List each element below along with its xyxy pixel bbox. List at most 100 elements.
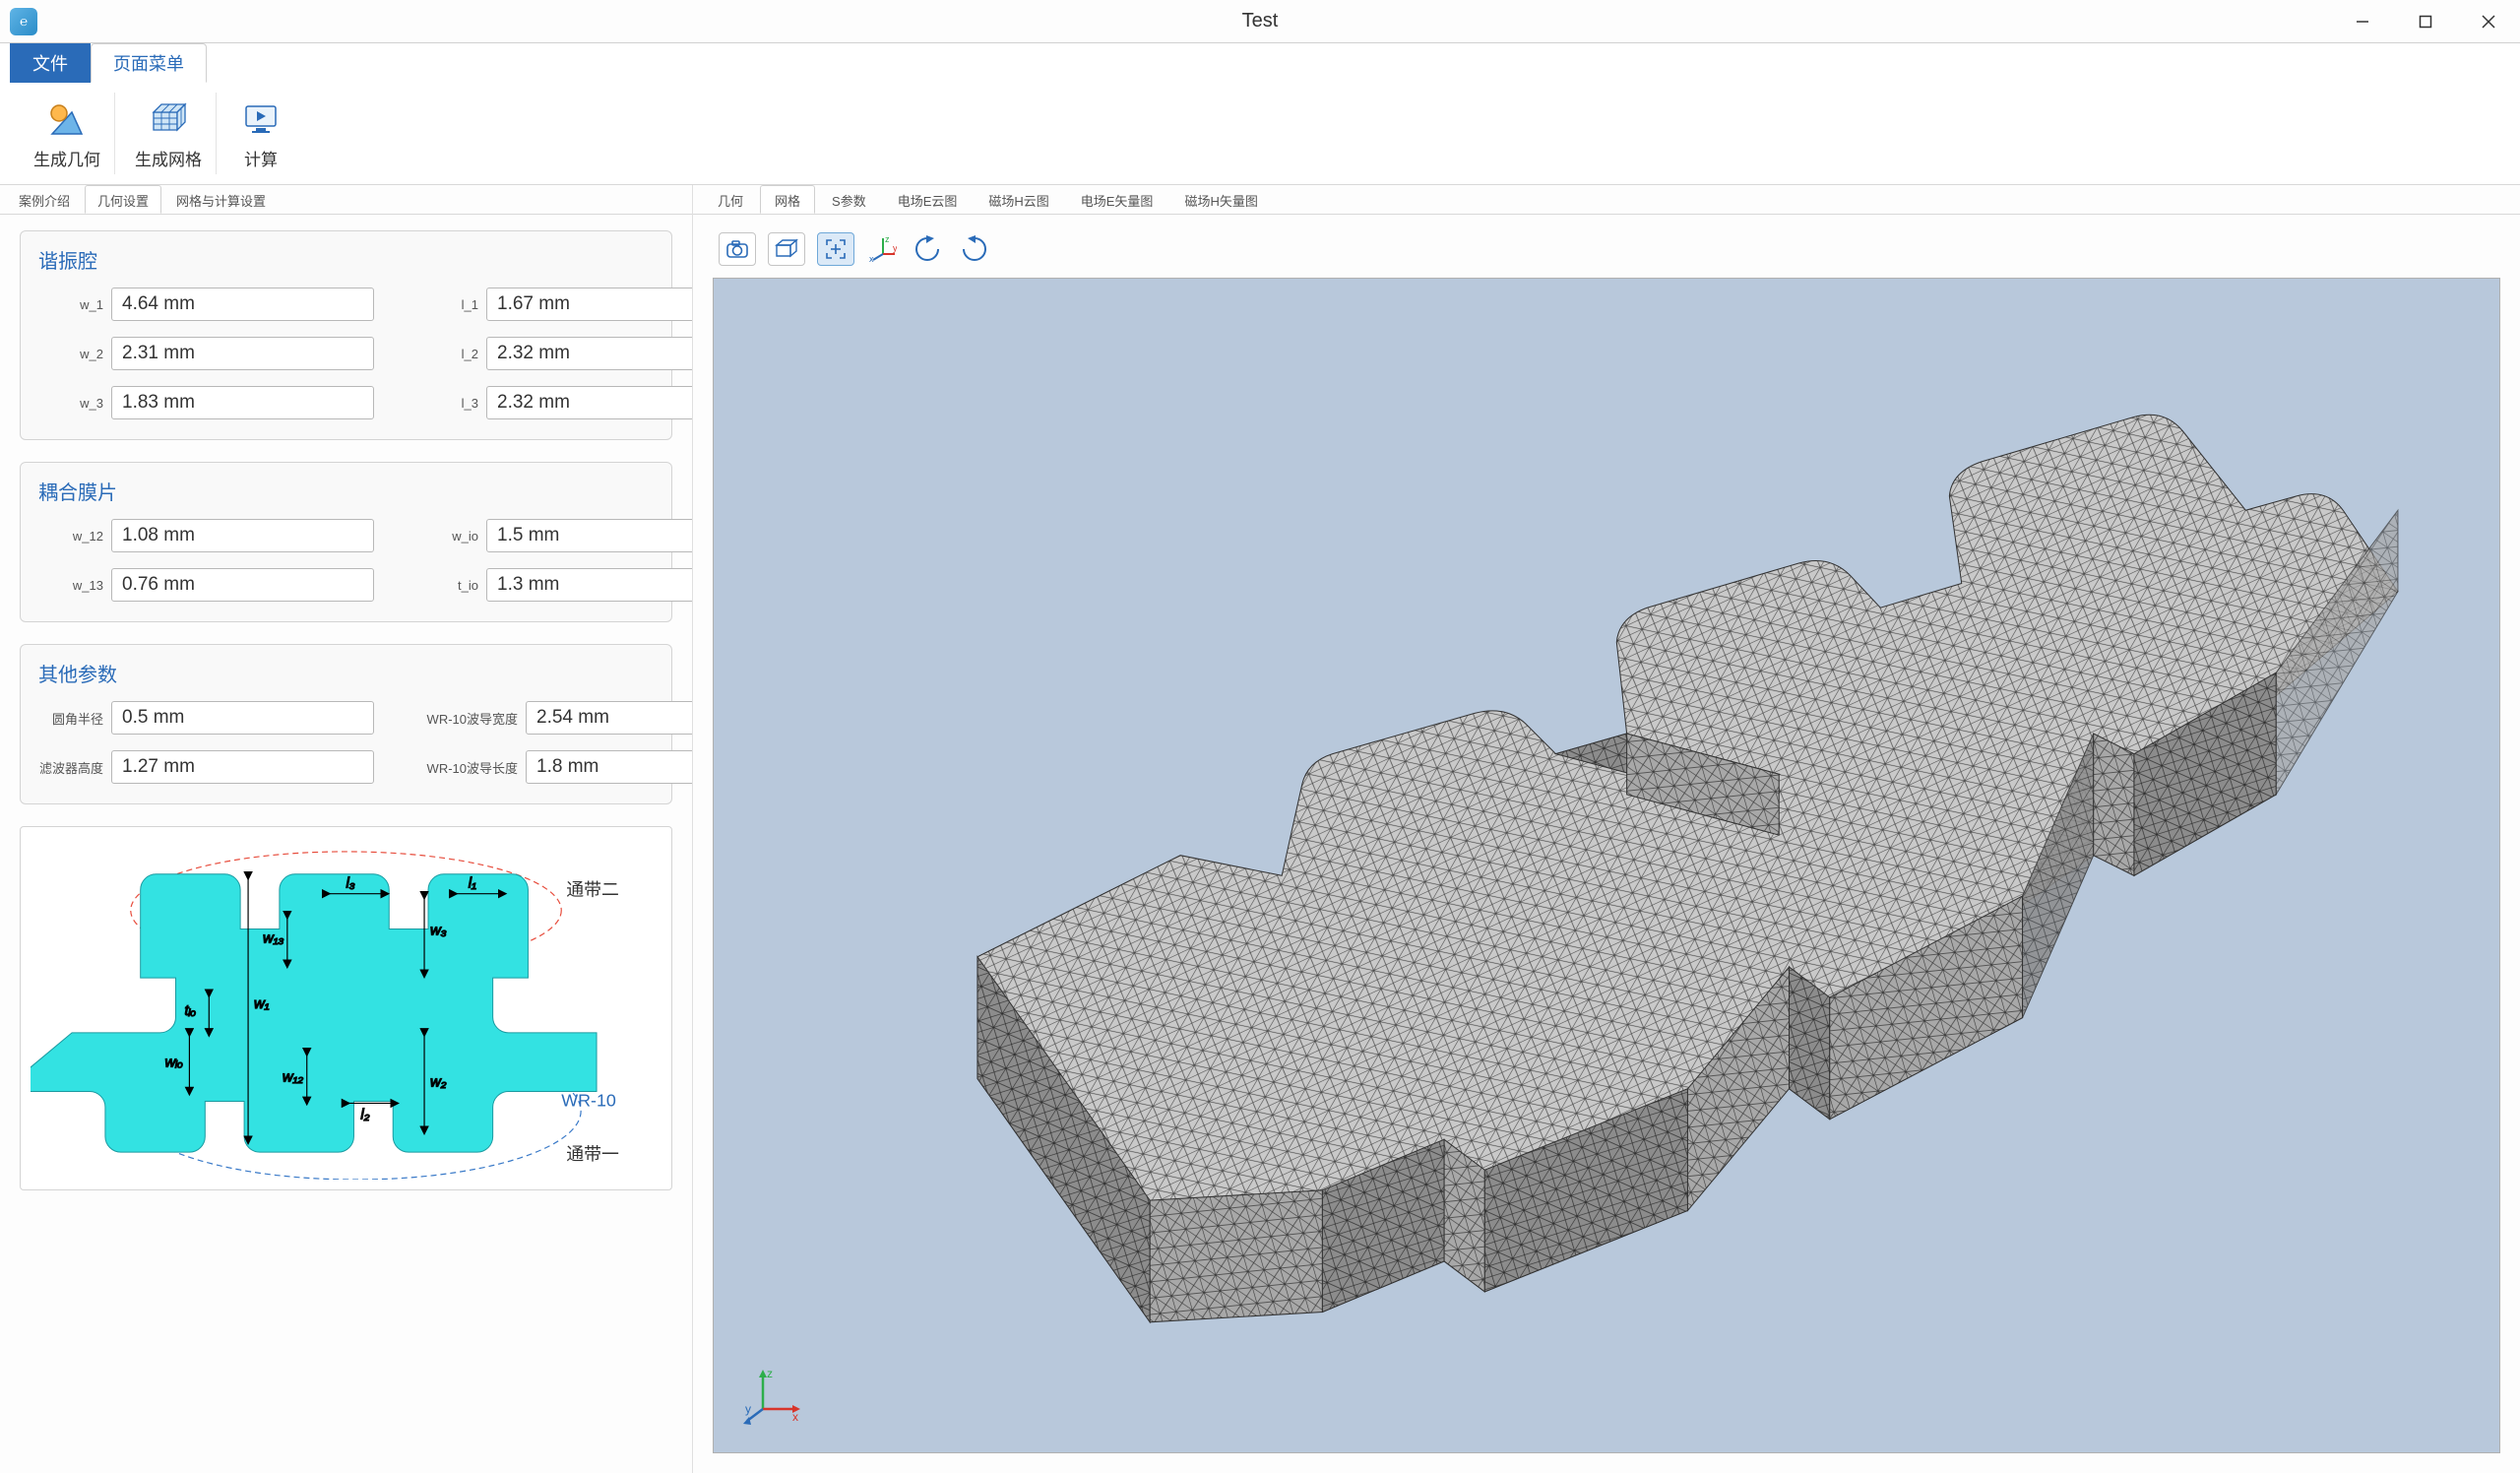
input-filter-height[interactable] [111, 750, 374, 784]
right-panel: 几何 网格 S参数 电场E云图 磁场H云图 电场E矢量图 磁场H矢量图 [693, 185, 2520, 1473]
rotate-cw-icon [959, 235, 988, 263]
fit-view-icon [825, 238, 847, 260]
input-l2[interactable] [486, 337, 692, 370]
svg-text:w₁: w₁ [254, 996, 270, 1012]
field-l3: l_3 [413, 386, 692, 419]
ribbon-label-compute: 计算 [244, 146, 278, 170]
tab-mesh-compute[interactable]: 网格与计算设置 [163, 185, 279, 214]
tab-e-cloud[interactable]: 电场E云图 [883, 185, 973, 214]
field-filter-height: 滤波器高度 [38, 750, 374, 784]
label-w1: w_1 [38, 297, 103, 312]
input-tio[interactable] [486, 568, 692, 602]
field-w1: w_1 [38, 288, 374, 321]
mesh-render [714, 279, 2499, 1452]
input-w3[interactable] [111, 386, 374, 419]
svg-text:tᵢₒ: tᵢₒ [184, 1003, 196, 1019]
tab-h-cloud[interactable]: 磁场H云图 [974, 185, 1063, 214]
svg-text:w₃: w₃ [430, 923, 447, 938]
view-toolbar: z y x [713, 228, 2500, 278]
field-wr10-width: WR-10波导宽度 [413, 701, 692, 735]
tab-s-params[interactable]: S参数 [817, 185, 881, 214]
label-w12: w_12 [38, 529, 103, 544]
rotate-cw-button[interactable] [957, 232, 990, 266]
window-controls [2331, 0, 2520, 42]
ribbon-tab-page-menu[interactable]: 页面菜单 [91, 43, 207, 83]
input-wr10-length[interactable] [526, 750, 692, 784]
input-wio[interactable] [486, 519, 692, 552]
left-tabs: 案例介绍 几何设置 网格与计算设置 [0, 185, 692, 215]
label-l1: l_1 [413, 297, 478, 312]
view-tabs: 几何 网格 S参数 电场E云图 磁场H云图 电场E矢量图 磁场H矢量图 [693, 185, 2520, 215]
ribbon-gen-geometry[interactable]: 生成几何 [20, 93, 115, 174]
input-w1[interactable] [111, 288, 374, 321]
svg-text:y: y [745, 1402, 751, 1416]
title-bar: ℮ Test [0, 0, 2520, 43]
geometry-icon [42, 96, 92, 142]
label-filter-height: 滤波器高度 [38, 758, 103, 777]
field-w2: w_2 [38, 337, 374, 370]
rotate-ccw-icon [914, 235, 943, 263]
input-l1[interactable] [486, 288, 692, 321]
mesh-icon [144, 96, 193, 142]
field-wr10-length: WR-10波导长度 [413, 750, 692, 784]
ribbon-gen-mesh[interactable]: 生成网格 [121, 93, 217, 174]
main-area: 案例介绍 几何设置 网格与计算设置 谐振腔 w_1 l_1 [0, 185, 2520, 1473]
field-wio: w_io [413, 519, 692, 552]
parameter-diagram: l₃ l₁ l₂ w₁ w₂ w₃ w₁₂ w₁₃ [20, 826, 672, 1190]
ribbon-tab-file[interactable]: 文件 [10, 43, 91, 83]
rotate-ccw-button[interactable] [912, 232, 945, 266]
close-button[interactable] [2457, 0, 2520, 42]
input-l3[interactable] [486, 386, 692, 419]
svg-text:l₁: l₁ [469, 876, 476, 892]
ribbon-label-gen-mesh: 生成网格 [135, 146, 202, 170]
label-wr10-length: WR-10波导长度 [413, 758, 518, 777]
window-title: Test [1242, 10, 1279, 32]
compute-icon [236, 96, 285, 142]
field-l1: l_1 [413, 288, 692, 321]
axes-icon: z y x [869, 236, 897, 262]
svg-text:w₂: w₂ [430, 1075, 447, 1091]
app-icon-glyph: ℮ [20, 14, 28, 29]
svg-text:l₃: l₃ [346, 876, 354, 892]
label-fillet: 圆角半径 [38, 709, 103, 728]
card-resonant-cavity: 谐振腔 w_1 l_1 w_2 l_2 [20, 230, 672, 440]
label-l2: l_2 [413, 347, 478, 361]
input-fillet[interactable] [111, 701, 374, 735]
field-fillet: 圆角半径 [38, 701, 374, 735]
maximize-button[interactable] [2394, 0, 2457, 42]
label-w2: w_2 [38, 347, 103, 361]
tab-e-vector[interactable]: 电场E矢量图 [1066, 185, 1168, 214]
tab-case-intro[interactable]: 案例介绍 [6, 185, 83, 214]
axes-toggle-button[interactable]: z y x [866, 232, 900, 266]
tab-geometry[interactable]: 几何 [703, 185, 758, 214]
input-wr10-width[interactable] [526, 701, 692, 735]
camera-button[interactable] [719, 232, 756, 266]
input-w13[interactable] [111, 568, 374, 602]
card-title-other: 其他参数 [38, 659, 654, 687]
bounding-box-button[interactable] [768, 232, 805, 266]
field-w13: w_13 [38, 568, 374, 602]
ribbon-compute[interactable]: 计算 [222, 93, 299, 174]
tab-h-vector[interactable]: 磁场H矢量图 [1169, 185, 1272, 214]
label-w13: w_13 [38, 578, 103, 593]
minimize-button[interactable] [2331, 0, 2394, 42]
svg-text:wᵢₒ: wᵢₒ [165, 1056, 184, 1071]
svg-text:x: x [792, 1410, 798, 1424]
fit-view-button[interactable] [817, 232, 854, 266]
field-w3: w_3 [38, 386, 374, 419]
viewport-3d[interactable]: z x y [713, 278, 2500, 1453]
input-w2[interactable] [111, 337, 374, 370]
tab-geom-settings[interactable]: 几何设置 [85, 185, 161, 214]
svg-text:z: z [885, 236, 890, 244]
card-coupling-iris: 耦合膜片 w_12 w_io w_13 t_io [20, 462, 672, 622]
label-tio: t_io [413, 578, 478, 593]
tab-mesh[interactable]: 网格 [760, 185, 815, 214]
ribbon-tabs: 文件 页面菜单 [0, 43, 2520, 83]
svg-text:l₂: l₂ [360, 1107, 369, 1122]
left-panel: 案例介绍 几何设置 网格与计算设置 谐振腔 w_1 l_1 [0, 185, 693, 1473]
ribbon-content: 生成几何 生成网格 [0, 83, 2520, 184]
svg-text:WR-10: WR-10 [561, 1090, 616, 1110]
bounding-box-icon [774, 238, 799, 260]
input-w12[interactable] [111, 519, 374, 552]
svg-text:通带二: 通带二 [566, 880, 619, 900]
